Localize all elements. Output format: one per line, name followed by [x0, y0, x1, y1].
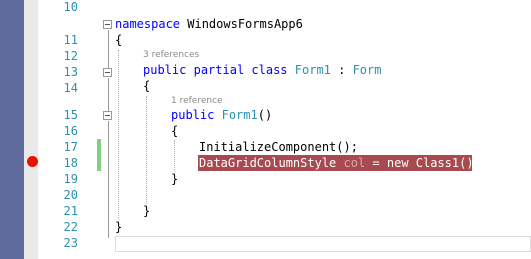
code-line[interactable]: }	[115, 219, 122, 235]
codelens-references[interactable]: 3 references	[143, 50, 199, 61]
variable-name: col	[343, 156, 366, 170]
type-name: Form1	[294, 63, 331, 77]
change-marker	[97, 139, 101, 155]
keyword: class	[251, 63, 288, 77]
collapse-icon[interactable]	[103, 111, 112, 120]
keyword: namespace	[115, 17, 181, 31]
code-line[interactable]: {	[143, 78, 150, 94]
code-line[interactable]: }	[171, 171, 178, 187]
outline-line	[108, 121, 109, 238]
line-number: 22	[63, 220, 78, 234]
line-number: 16	[63, 124, 78, 138]
code-line[interactable]: public Form1()	[171, 107, 272, 123]
namespace-name: WindowsFormsApp6	[180, 17, 303, 31]
line-number: 18	[63, 156, 78, 170]
keyword: public	[171, 108, 215, 122]
breakpoint-icon[interactable]	[27, 156, 38, 167]
line-number: 12	[63, 49, 78, 63]
line-number: 14	[63, 81, 78, 95]
line-number: 21	[63, 204, 78, 218]
left-strip	[0, 0, 24, 259]
line-number: 17	[63, 140, 78, 154]
line-number: 20	[63, 188, 78, 202]
keyword: partial	[193, 63, 245, 77]
collapse-icon[interactable]	[103, 68, 112, 77]
code-line[interactable]: namespace WindowsFormsApp6	[115, 16, 303, 32]
change-marker	[97, 155, 101, 171]
code-line[interactable]: public partial class Form1 : Form	[143, 62, 381, 78]
line-number: 13	[63, 65, 78, 79]
code-text: = new Class1();	[365, 156, 481, 170]
codelens-references[interactable]: 1 reference	[171, 96, 223, 107]
collapse-icon[interactable]	[103, 20, 112, 29]
breakpoint-highlight[interactable]: DataGridColumnStyle col = new Class1();	[198, 155, 481, 171]
keyword: public	[143, 63, 187, 77]
code-text: ()	[257, 108, 273, 122]
line-number: 10	[63, 0, 78, 14]
line-number: 23	[63, 236, 78, 250]
type-name: Form	[352, 63, 382, 77]
code-line[interactable]: {	[115, 32, 122, 48]
code-line[interactable]: InitializeComponent();	[199, 139, 358, 155]
code-line: DataGridColumnStyle col = new Class1();	[199, 155, 481, 171]
indent-guide	[146, 96, 147, 206]
line-number: 11	[63, 33, 78, 47]
separator: :	[330, 63, 353, 77]
line-number: 19	[63, 172, 78, 186]
indicator-margin[interactable]	[24, 0, 38, 259]
outline-line	[108, 78, 109, 111]
line-number: 15	[63, 108, 78, 122]
indent-guide	[118, 50, 119, 222]
type-name: Form1	[221, 108, 258, 122]
type-name: DataGridColumnStyle	[199, 156, 337, 170]
outline-line	[108, 30, 109, 68]
code-line[interactable]: {	[171, 123, 178, 139]
current-line-highlight[interactable]	[115, 236, 531, 252]
code-line[interactable]: }	[143, 203, 150, 219]
